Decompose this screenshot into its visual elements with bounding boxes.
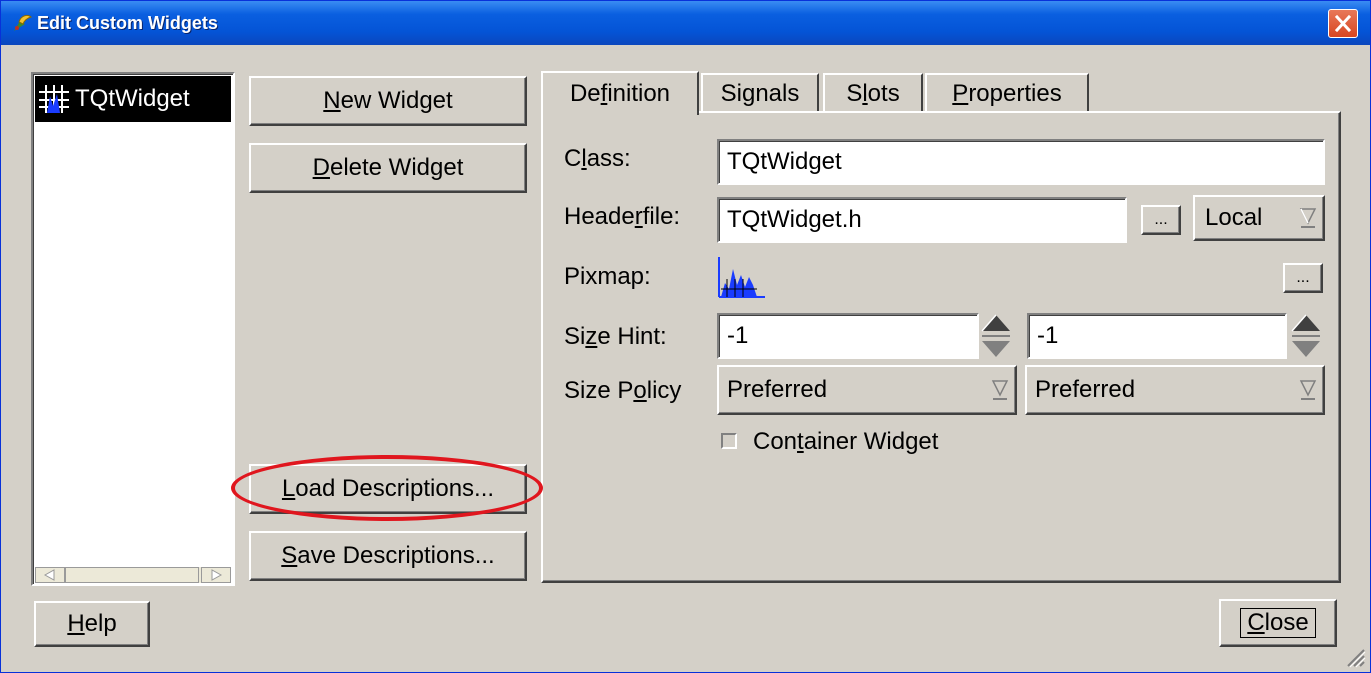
- pixmap-label: Pixmap:: [564, 263, 651, 290]
- widget-grid-icon: [38, 84, 70, 114]
- size-policy-horizontal-dropdown[interactable]: Preferred: [717, 365, 1017, 415]
- size-hint-width-spinner[interactable]: [979, 311, 1013, 361]
- help-label: Help: [67, 610, 117, 637]
- chevron-down-icon: [1299, 380, 1317, 400]
- title-bar[interactable]: Edit Custom Widgets: [1, 1, 1370, 45]
- pixmap-browse-label: ...: [1296, 269, 1310, 286]
- new-widget-label: New Widget: [323, 87, 453, 114]
- class-label: Class:: [564, 145, 631, 172]
- size-policy-vertical-dropdown[interactable]: Preferred: [1025, 365, 1325, 415]
- size-hint-width-value: -1: [727, 322, 749, 349]
- close-icon: [1335, 15, 1351, 32]
- class-field[interactable]: TQtWidget: [717, 139, 1325, 185]
- class-value: TQtWidget: [727, 148, 842, 175]
- size-policy-vertical-value: Preferred: [1035, 376, 1136, 403]
- tab-signals-label: Signals: [720, 80, 800, 107]
- scroll-left-icon: [35, 567, 65, 583]
- headerfile-browse-label: ...: [1154, 211, 1168, 228]
- tab-definition-label: Definition: [569, 80, 671, 107]
- resize-grip-icon[interactable]: [1344, 646, 1366, 668]
- pixmap-browse-button[interactable]: ...: [1283, 263, 1323, 293]
- new-widget-label-rest: ew Widget: [340, 87, 453, 114]
- container-widget-checkbox[interactable]: [721, 433, 737, 449]
- widget-list[interactable]: TQtWidget: [31, 72, 235, 586]
- new-widget-button[interactable]: New Widget: [249, 76, 527, 126]
- tab-signals[interactable]: Signals: [701, 73, 819, 113]
- include-scope-dropdown[interactable]: Local: [1193, 195, 1325, 241]
- chevron-down-icon: [991, 380, 1009, 400]
- delete-widget-label: Delete Widget: [312, 154, 464, 181]
- save-descriptions-button[interactable]: Save Descriptions...: [249, 531, 527, 581]
- save-descriptions-label: Save Descriptions...: [281, 542, 495, 569]
- headerfile-browse-button[interactable]: ...: [1141, 205, 1181, 235]
- include-scope-value: Local: [1205, 204, 1263, 231]
- tab-properties-label: Properties: [952, 80, 1062, 107]
- edit-custom-widgets-dialog: Edit Custom Widgets TQtWidget New Widget…: [0, 0, 1371, 673]
- tab-slots-label: Slots: [846, 80, 900, 107]
- size-hint-width-field[interactable]: -1: [717, 313, 979, 359]
- close-label: Close: [1240, 608, 1316, 638]
- help-button[interactable]: Help: [34, 601, 150, 647]
- size-hint-label: Size Hint:: [564, 323, 667, 350]
- headerfile-field[interactable]: TQtWidget.h: [717, 197, 1127, 243]
- scroll-right-icon: [201, 567, 231, 583]
- load-descriptions-label: Load Descriptions...: [281, 475, 495, 502]
- delete-widget-button[interactable]: Delete Widget: [249, 143, 527, 193]
- tab-definition[interactable]: Definition: [541, 71, 699, 115]
- tab-properties[interactable]: Properties: [925, 73, 1089, 113]
- list-item[interactable]: TQtWidget: [35, 76, 231, 122]
- tab-slots[interactable]: Slots: [823, 73, 923, 113]
- pixmap-preview-icon: [718, 257, 765, 298]
- list-item-label: TQtWidget: [75, 85, 190, 112]
- headerfile-value: TQtWidget.h: [727, 206, 862, 233]
- size-policy-horizontal-value: Preferred: [727, 376, 828, 403]
- size-policy-label: Size Policy: [564, 377, 682, 404]
- scroll-thumb[interactable]: [65, 567, 199, 583]
- app-icon: [14, 14, 32, 31]
- title-close-button[interactable]: [1328, 9, 1358, 38]
- window-title: Edit Custom Widgets: [37, 13, 218, 33]
- size-hint-height-value: -1: [1037, 322, 1059, 349]
- size-hint-height-field[interactable]: -1: [1027, 313, 1287, 359]
- close-button[interactable]: Close: [1219, 599, 1337, 647]
- horizontal-scrollbar[interactable]: [35, 567, 231, 583]
- load-descriptions-button[interactable]: Load Descriptions...: [249, 464, 527, 514]
- headerfile-label: Headerfile:: [564, 203, 681, 230]
- chevron-down-icon: [1299, 208, 1317, 228]
- container-widget-label: Container Widget: [753, 428, 939, 455]
- size-hint-height-spinner[interactable]: [1289, 311, 1323, 361]
